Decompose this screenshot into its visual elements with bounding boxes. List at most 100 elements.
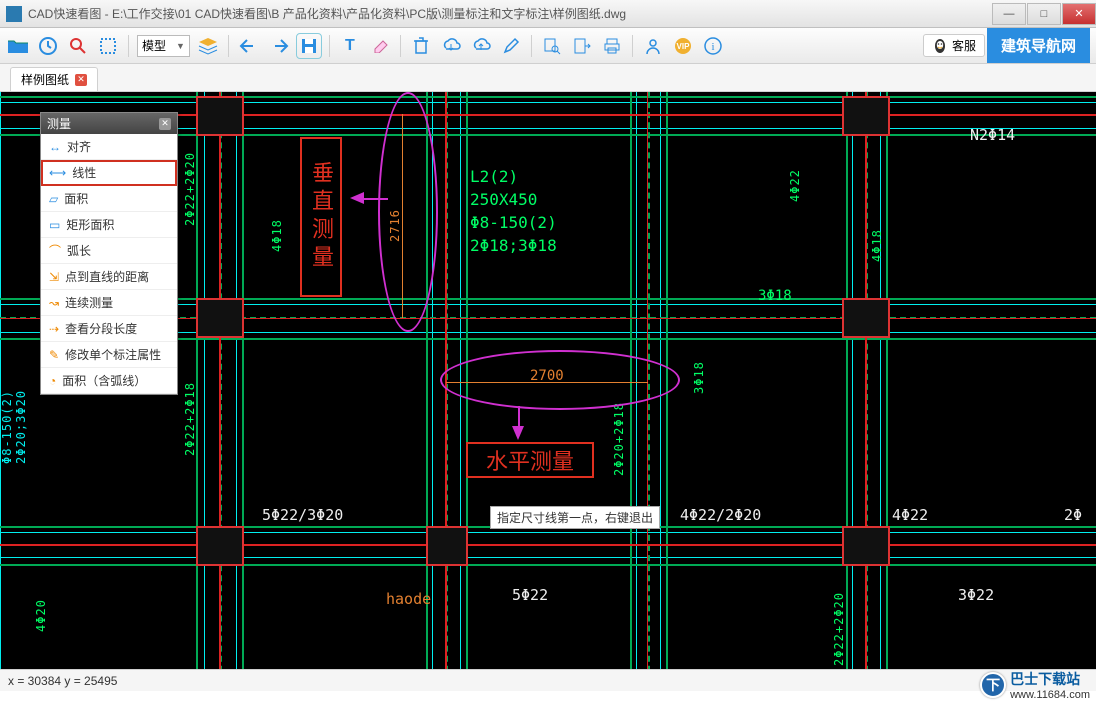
measure-item-point-line[interactable]: ⇲点到直线的距离 xyxy=(41,264,177,290)
rebar-label: 2Φ22+2Φ20 xyxy=(183,152,197,226)
delete-button[interactable] xyxy=(409,34,433,58)
cloud-upload-button[interactable] xyxy=(469,34,493,58)
measure-item-label: 线性 xyxy=(72,164,96,181)
command-tooltip: 指定尺寸线第一点，右键退出 xyxy=(490,506,660,529)
beam-info-4: 2Φ18;3Φ18 xyxy=(470,236,557,255)
measure-item-label: 面积（含弧线） xyxy=(62,372,146,389)
rebar-label: 5Φ22 xyxy=(512,586,548,604)
zoom-extents-button[interactable] xyxy=(66,34,90,58)
arrow-left-icon xyxy=(350,192,364,204)
measure-item-arc[interactable]: ⌒弧长 xyxy=(41,238,177,264)
find-button[interactable] xyxy=(540,34,564,58)
app-icon xyxy=(6,6,22,22)
svg-text:VIP: VIP xyxy=(676,42,690,51)
drawing-viewport[interactable]: L2(2) 250X450 Φ8-150(2) 2Φ18;3Φ18 2Φ22+2… xyxy=(0,92,1096,669)
horizontal-measure-label: 水平测量 xyxy=(486,444,574,476)
measure-item-segments[interactable]: ⇢查看分段长度 xyxy=(41,316,177,342)
watermark-name: 巴士下载站 xyxy=(1010,669,1090,689)
rebar-label: 2Φ20+2Φ18 xyxy=(612,402,626,476)
text-button[interactable]: T xyxy=(338,34,362,58)
horizontal-measure-label-box: 水平测量 xyxy=(466,442,594,478)
history-button[interactable] xyxy=(36,34,60,58)
redo-button[interactable] xyxy=(267,34,291,58)
measure-item-label: 对齐 xyxy=(67,138,91,155)
maximize-button[interactable]: □ xyxy=(1027,3,1061,25)
export-button[interactable] xyxy=(570,34,594,58)
toolbar-separator xyxy=(400,35,401,57)
rebar-label: 3Φ18 xyxy=(692,361,706,394)
measure-panel[interactable]: 测量 ✕ ↔对齐 ⟷线性 ▱面积 ▭矩形面积 ⌒弧长 ⇲点到直线的距离 ↝连续测… xyxy=(40,112,178,395)
info-button[interactable]: i xyxy=(701,34,725,58)
beam-info-1: L2(2) xyxy=(470,167,518,186)
rebar-label: 3Φ22 xyxy=(958,586,994,604)
chevron-down-icon: ▼ xyxy=(176,41,185,51)
measure-item-align[interactable]: ↔对齐 xyxy=(41,134,177,160)
main-toolbar: 模型 ▼ T VIP i 客服 建筑导航网 xyxy=(0,28,1096,64)
rebar-label: 3Φ18 xyxy=(758,288,792,304)
close-button[interactable]: ✕ xyxy=(1062,3,1096,25)
measure-panel-header[interactable]: 测量 ✕ xyxy=(41,113,177,134)
vertical-highlight-ellipse xyxy=(378,92,438,332)
watermark: 下 巴士下载站 www.11684.com xyxy=(980,669,1090,701)
toolbar-separator xyxy=(329,35,330,57)
measure-item-area[interactable]: ▱面积 xyxy=(41,186,177,212)
svg-text:i: i xyxy=(711,41,714,53)
watermark-logo-icon: 下 xyxy=(980,672,1006,698)
window-controls: — □ ✕ xyxy=(991,3,1096,25)
measure-panel-title: 测量 xyxy=(47,115,71,132)
eraser-button[interactable] xyxy=(368,34,392,58)
rebar-label: 4Φ22 xyxy=(788,169,802,202)
customer-service-button[interactable]: 客服 xyxy=(923,34,985,57)
text-annotation: haode xyxy=(386,590,431,608)
rebar-label: N2Φ14 xyxy=(970,126,1015,144)
navsite-link[interactable]: 建筑导航网 xyxy=(987,28,1090,63)
status-bar: x = 30384 y = 25495 xyxy=(0,669,1096,691)
close-tab-icon[interactable]: ✕ xyxy=(75,74,87,86)
layers-button[interactable] xyxy=(196,34,220,58)
measure-item-label: 修改单个标注属性 xyxy=(65,346,161,363)
horizontal-highlight-ellipse xyxy=(440,350,680,410)
vertical-measure-label-box: 垂直测量 xyxy=(300,137,342,297)
window-title: CAD快速看图 - E:\工作交接\01 CAD快速看图\B 产品化资料\产品化… xyxy=(28,5,991,22)
measure-item-linear[interactable]: ⟷线性 xyxy=(41,160,177,186)
vertical-measure-label: 垂直测量 xyxy=(305,161,337,273)
print-button[interactable] xyxy=(600,34,624,58)
rebar-label: 4Φ22/2Φ20 xyxy=(680,506,761,524)
toolbar-right: 客服 建筑导航网 xyxy=(923,28,1090,63)
zoom-window-button[interactable] xyxy=(96,34,120,58)
edit-button[interactable] xyxy=(499,34,523,58)
arrow-down-icon xyxy=(512,426,524,440)
rebar-label: 2Φ20;3Φ20 xyxy=(14,390,28,464)
undo-button[interactable] xyxy=(237,34,261,58)
cursor-coordinates: x = 30384 y = 25495 xyxy=(8,674,117,688)
measure-item-label: 面积 xyxy=(64,190,88,207)
space-select[interactable]: 模型 ▼ xyxy=(137,35,190,57)
measure-item-label: 查看分段长度 xyxy=(65,320,137,337)
open-file-button[interactable] xyxy=(6,34,30,58)
toolbar-separator xyxy=(128,35,129,57)
rebar-label: 2Φ22+2Φ18 xyxy=(183,382,197,456)
toolbar-separator xyxy=(531,35,532,57)
measure-item-continuous[interactable]: ↝连续测量 xyxy=(41,290,177,316)
measure-item-rect-area[interactable]: ▭矩形面积 xyxy=(41,212,177,238)
window-titlebar: CAD快速看图 - E:\工作交接\01 CAD快速看图\B 产品化资料\产品化… xyxy=(0,0,1096,28)
beam-info-2: 250X450 xyxy=(470,190,537,209)
document-tab[interactable]: 样例图纸 ✕ xyxy=(10,67,98,91)
minimize-button[interactable]: — xyxy=(992,3,1026,25)
toolbar-separator xyxy=(632,35,633,57)
measure-item-label: 弧长 xyxy=(67,242,91,259)
panel-close-icon[interactable]: ✕ xyxy=(159,118,171,130)
measure-item-area-arc[interactable]: ◔面积（含弧线） xyxy=(41,368,177,394)
user-button[interactable] xyxy=(641,34,665,58)
toolbar-separator xyxy=(228,35,229,57)
document-tabbar: 样例图纸 ✕ xyxy=(0,64,1096,92)
measure-item-label: 连续测量 xyxy=(65,294,113,311)
vip-button[interactable]: VIP xyxy=(671,34,695,58)
customer-service-label: 客服 xyxy=(952,37,976,54)
measure-item-edit-prop[interactable]: ✎修改单个标注属性 xyxy=(41,342,177,368)
cloud-download-button[interactable] xyxy=(439,34,463,58)
save-button[interactable] xyxy=(297,34,321,58)
rebar-label: 4Φ18 xyxy=(270,219,284,252)
document-tab-label: 样例图纸 xyxy=(21,71,69,88)
watermark-url: www.11684.com xyxy=(1010,689,1090,701)
